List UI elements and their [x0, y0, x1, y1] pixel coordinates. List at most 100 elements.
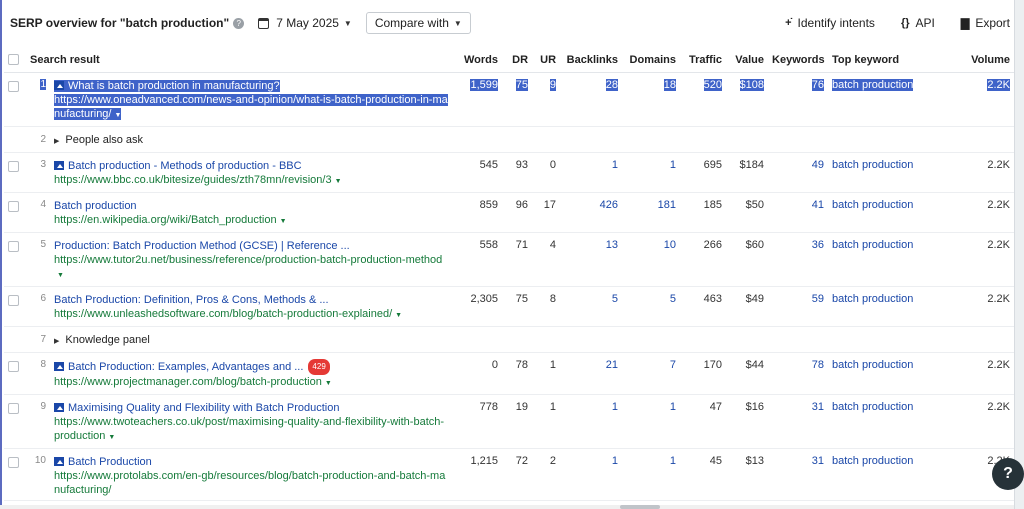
top-keyword-cell[interactable]: batch production	[828, 72, 955, 127]
col-volume[interactable]: Volume	[954, 48, 1015, 73]
domains-cell[interactable]: 181	[622, 192, 681, 233]
backlinks-cell[interactable]: 1	[560, 394, 623, 449]
col-backlinks[interactable]: Backlinks	[560, 48, 623, 73]
result-url-link[interactable]: https://www.unleashedsoftware.com/blog/b…	[54, 308, 392, 320]
keywords-cell[interactable]: 49	[768, 152, 829, 193]
result-title-link[interactable]: Maximising Quality and Flexibility with …	[68, 402, 339, 414]
serp-feature-cell[interactable]: ▶ Knowledge panel	[50, 326, 1015, 353]
backlinks-cell[interactable]: 13	[560, 232, 623, 287]
top-keyword-cell[interactable]: batch production	[828, 352, 955, 395]
triangle-right-icon[interactable]: ▶	[54, 338, 59, 345]
row-select-cell[interactable]	[4, 72, 26, 127]
row-checkbox[interactable]	[8, 456, 19, 468]
identify-intents-button[interactable]: +̇ Identify intents	[785, 16, 875, 30]
top-keyword-cell[interactable]: batch production	[828, 394, 955, 449]
col-ur[interactable]: UR	[532, 48, 561, 73]
keywords-cell[interactable]: 76	[768, 72, 829, 127]
result-title-link[interactable]: Batch production - Methods of production…	[68, 160, 302, 172]
table-row[interactable]: 7 ▶ Knowledge panel	[4, 326, 1015, 353]
result-url-link[interactable]: https://en.wikipedia.org/wiki/Batch_prod…	[54, 214, 277, 226]
domains-cell[interactable]: 7	[622, 352, 681, 395]
keywords-cell[interactable]: 31	[768, 448, 829, 501]
backlinks-cell[interactable]: 28	[560, 72, 623, 127]
col-search-result[interactable]: Search result	[26, 48, 453, 73]
col-value[interactable]: Value	[726, 48, 769, 73]
backlinks-cell[interactable]: 5	[560, 286, 623, 327]
col-keywords[interactable]: Keywords	[768, 48, 829, 73]
result-title-link[interactable]: Production: Batch Production Method (GCS…	[54, 240, 350, 252]
result-title-link[interactable]: Batch Production: Definition, Pros & Con…	[54, 294, 329, 306]
api-button[interactable]: {} API	[901, 16, 935, 30]
row-select-cell[interactable]	[4, 448, 26, 501]
horizontal-scrollbar[interactable]	[0, 505, 1014, 509]
top-keyword-cell[interactable]: batch production	[828, 232, 955, 287]
row-select-cell[interactable]	[4, 152, 26, 193]
compare-with-dropdown[interactable]: Compare with ▼	[365, 12, 471, 34]
domains-cell[interactable]: 1	[622, 152, 681, 193]
row-checkbox[interactable]	[8, 240, 19, 252]
result-url-link[interactable]: https://www.bbc.co.uk/bitesize/guides/zt…	[54, 174, 332, 186]
scrollbar-thumb[interactable]	[620, 505, 660, 509]
help-chat-button[interactable]: ?	[992, 458, 1024, 490]
result-url-link[interactable]: https://www.projectmanager.com/blog/batc…	[54, 376, 322, 388]
result-title-link[interactable]: Batch Production: Examples, Advantages a…	[68, 361, 303, 373]
help-icon[interactable]: ?	[233, 17, 245, 29]
row-checkbox[interactable]	[8, 160, 19, 172]
col-traffic[interactable]: Traffic	[680, 48, 727, 73]
keywords-cell[interactable]: 59	[768, 286, 829, 327]
chevron-down-icon[interactable]: ▼	[57, 272, 64, 279]
col-dr[interactable]: DR	[502, 48, 533, 73]
top-keyword-cell[interactable]: batch production	[828, 192, 955, 233]
table-row[interactable]: 2 ▶ People also ask	[4, 126, 1015, 153]
row-select-cell[interactable]	[4, 352, 26, 395]
row-select-cell[interactable]	[4, 192, 26, 233]
row-checkbox[interactable]	[8, 200, 19, 212]
top-keyword-cell[interactable]: batch production	[828, 448, 955, 501]
domains-cell[interactable]: 10	[622, 232, 681, 287]
result-title-link[interactable]: What is batch production in manufacturin…	[68, 80, 280, 92]
row-select-cell[interactable]	[4, 286, 26, 327]
row-checkbox[interactable]	[8, 360, 19, 372]
chevron-down-icon[interactable]: ▼	[335, 178, 342, 185]
volume-cell: 2.2K	[954, 286, 1015, 327]
result-url-link[interactable]: https://www.tutor2u.net/business/referen…	[54, 254, 442, 266]
row-select-cell[interactable]	[4, 232, 26, 287]
value-cell: $49	[726, 286, 769, 327]
date-picker[interactable]: 7 May 2025 ▼	[258, 16, 352, 30]
col-top-keyword[interactable]: Top keyword	[828, 48, 955, 73]
backlinks-cell[interactable]: 1	[560, 448, 623, 501]
keywords-cell[interactable]: 78	[768, 352, 829, 395]
chevron-down-icon[interactable]: ▼	[108, 434, 115, 441]
chevron-down-icon[interactable]: ▼	[280, 218, 287, 225]
top-keyword-cell[interactable]: batch production	[828, 286, 955, 327]
select-all-cell[interactable]	[4, 48, 26, 73]
chevron-down-icon[interactable]: ▼	[395, 312, 402, 319]
result-url-link[interactable]: https://www.protolabs.com/en-gb/resource…	[54, 470, 445, 496]
result-title-link[interactable]: Batch production	[54, 200, 137, 212]
col-words[interactable]: Words	[452, 48, 503, 73]
export-button[interactable]: ▇ Export	[961, 16, 1010, 30]
row-checkbox[interactable]	[8, 294, 19, 306]
backlinks-cell[interactable]: 21	[560, 352, 623, 395]
domains-cell[interactable]: 1	[622, 448, 681, 501]
backlinks-cell[interactable]: 1	[560, 152, 623, 193]
keywords-cell[interactable]: 41	[768, 192, 829, 233]
row-select-cell[interactable]	[4, 394, 26, 449]
row-checkbox[interactable]	[8, 402, 19, 414]
chevron-down-icon[interactable]: ▼	[114, 112, 121, 119]
domains-cell[interactable]: 1	[622, 394, 681, 449]
domains-cell[interactable]: 5	[622, 286, 681, 327]
domains-cell[interactable]: 18	[622, 72, 681, 127]
result-title-link[interactable]: Batch Production	[68, 456, 152, 468]
serp-feature-cell[interactable]: ▶ People also ask	[50, 126, 1015, 153]
backlinks-cell[interactable]: 426	[560, 192, 623, 233]
select-all-checkbox[interactable]	[8, 53, 19, 65]
chevron-down-icon[interactable]: ▼	[325, 380, 332, 387]
keywords-cell[interactable]: 36	[768, 232, 829, 287]
keywords-cell[interactable]: 31	[768, 394, 829, 449]
col-domains[interactable]: Domains	[622, 48, 681, 73]
row-checkbox[interactable]	[8, 80, 19, 92]
triangle-right-icon[interactable]: ▶	[54, 138, 59, 145]
vertical-scrollbar[interactable]	[1014, 0, 1024, 509]
top-keyword-cell[interactable]: batch production	[828, 152, 955, 193]
